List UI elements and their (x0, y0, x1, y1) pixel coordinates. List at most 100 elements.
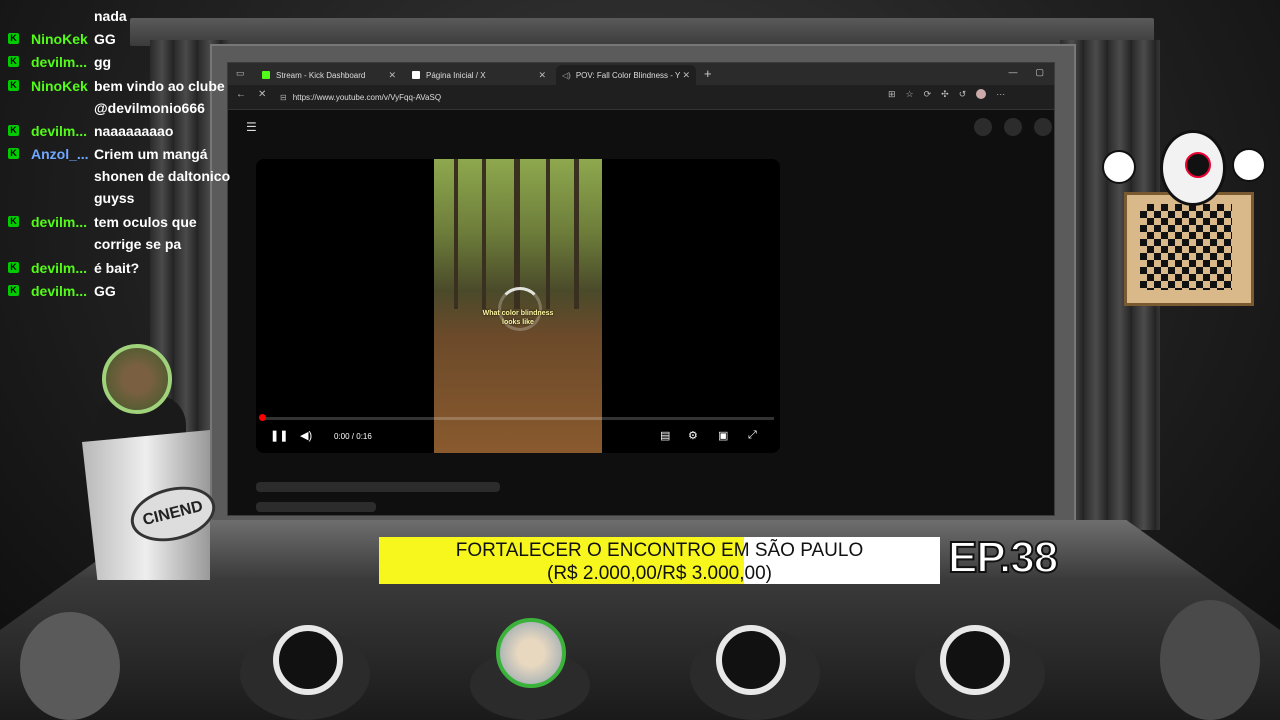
tab-kick-dashboard[interactable]: Stream - Kick Dashboard ✕ (256, 65, 402, 85)
time-display: 0:00 / 0:16 (334, 432, 372, 441)
qr-code (1140, 204, 1232, 290)
mascot-right-hand (1232, 148, 1266, 182)
mascot-left-hand (1102, 150, 1136, 184)
chat-text: naaaaaaaao (94, 123, 174, 139)
audience-member (20, 612, 120, 720)
tab-actions-icon[interactable]: ▭ (236, 68, 245, 79)
volume-icon[interactable]: ◀) (300, 429, 312, 442)
close-icon[interactable]: ✕ (388, 70, 396, 81)
url-field[interactable]: ⊟ https://www.youtube.com/v/VyFqq-AVaSQ (280, 89, 880, 105)
player-controls: ❚❚ ◀) 0:00 / 0:16 ▤ ⚙ ▣ ⤢ (256, 427, 780, 449)
more-menu-icon[interactable]: ··· (996, 89, 1005, 100)
audience-slot-ring (273, 625, 343, 695)
favorite-star-icon[interactable]: ☆ (906, 89, 914, 100)
channel-skeleton (256, 502, 376, 512)
kick-badge-icon: K (8, 262, 19, 273)
tab-x-home[interactable]: Página Inicial / X ✕ (406, 65, 552, 85)
tab-label: Stream - Kick Dashboard (276, 70, 366, 80)
pause-icon[interactable]: ❚❚ (270, 429, 288, 442)
site-info-icon[interactable]: ⊟ (280, 93, 287, 102)
progress-bar[interactable] (262, 417, 774, 420)
chat-overlay: nada K NinoKek GG K devilm... gg K NinoK… (0, 0, 230, 310)
address-bar: ← ✕ ⊟ https://www.youtube.com/v/VyFqq-AV… (228, 85, 1054, 110)
stage-valance (130, 18, 1154, 46)
close-icon[interactable]: ✕ (538, 70, 546, 81)
browser-window: ▭ Stream - Kick Dashboard ✕ Página Inici… (227, 62, 1055, 516)
tree-trunk (482, 159, 486, 309)
puzzle-icon[interactable]: ✣ (941, 89, 949, 100)
kick-badge-icon: K (8, 285, 19, 296)
tab-label: Página Inicial / X (426, 70, 486, 80)
chat-username: Anzol_... (31, 146, 89, 162)
chat-text: bem vindo ao clube @devilmonio666 (94, 78, 225, 116)
tab-bar: ▭ Stream - Kick Dashboard ✕ Página Inici… (228, 63, 1054, 85)
fullscreen-icon[interactable]: ⤢ (748, 429, 757, 442)
audience-avatar (496, 618, 566, 688)
tab-youtube-video[interactable]: ◁) POV: Fall Color Blindness - Y ✕ (556, 65, 696, 85)
minimize-button[interactable]: — (1008, 67, 1017, 78)
chat-text: Criem um mangá shonen de daltonico guyss (94, 146, 231, 206)
caption-line: looks like (502, 319, 534, 326)
chat-username: NinoKek (31, 31, 88, 47)
caption-line: What color blindness (482, 310, 554, 317)
chat-text: GG (94, 31, 116, 47)
miniplayer-icon[interactable]: ▣ (718, 429, 728, 442)
placeholder-icon (974, 118, 992, 136)
new-tab-button[interactable]: + (704, 66, 712, 81)
youtube-page: ☰ What color blindness looks like ❚❚ ◀) … (228, 110, 1054, 515)
tree-trunk (454, 159, 458, 309)
chat-text: gg (94, 54, 112, 70)
audience-slot-ring (716, 625, 786, 695)
placeholder-icon (1034, 118, 1052, 136)
video-caption: What color blindness looks like (434, 309, 602, 327)
history-icon[interactable]: ↺ (959, 89, 967, 100)
chat-username: NinoKek (31, 78, 88, 94)
mascot-eye (1185, 152, 1211, 178)
restore-button[interactable]: ▢ (1035, 67, 1044, 78)
chat-text: tem oculos que corrige se pa (94, 214, 197, 252)
title-skeleton (256, 482, 500, 492)
audience-slot-ring (940, 625, 1010, 695)
goal-title: FORTALECER O ENCONTRO EM SÃO PAULO (455, 540, 864, 561)
stop-loading-icon[interactable]: ✕ (258, 89, 266, 100)
url-text: https://www.youtube.com/v/VyFqq-AVaSQ (292, 92, 442, 102)
settings-gear-icon[interactable]: ⚙ (688, 429, 698, 442)
host-avatar (102, 344, 172, 414)
video-player[interactable]: What color blindness looks like ❚❚ ◀) 0:… (256, 159, 780, 453)
speaker-icon: ◁) (562, 70, 571, 80)
progress-scrubber[interactable] (259, 414, 266, 421)
kick-badge-icon: K (8, 125, 19, 136)
x-favicon-icon (412, 71, 420, 79)
browser-toolbar: ⊞ ☆ ⟳ ✣ ↺ ··· (888, 89, 1005, 100)
profile-avatar[interactable] (976, 89, 987, 99)
kick-favicon-icon (262, 71, 270, 79)
audience-member (1160, 600, 1260, 720)
subtitles-icon[interactable]: ▤ (660, 429, 670, 442)
hamburger-menu-icon[interactable]: ☰ (246, 120, 257, 134)
kick-badge-icon: K (8, 56, 19, 67)
chat-username: devilm... (31, 214, 88, 230)
window-controls: — ▢ (1008, 67, 1044, 78)
chat-text: é bait? (94, 260, 140, 276)
kick-badge-icon: K (8, 33, 19, 44)
tab-label: POV: Fall Color Blindness - Y (575, 70, 681, 80)
episode-label: EP.38 (947, 532, 1059, 583)
app-available-icon[interactable]: ⊞ (888, 89, 896, 100)
chat-username: devilm... (31, 283, 88, 299)
chat-text: nada (94, 8, 127, 24)
video-frame[interactable]: What color blindness looks like (434, 159, 602, 453)
kick-badge-icon: K (8, 148, 19, 159)
chat-text: GG (94, 283, 116, 299)
back-icon[interactable]: ← (236, 89, 246, 100)
kick-badge-icon: K (8, 80, 19, 91)
chat-username: devilm... (31, 54, 88, 70)
tree-trunk (546, 159, 550, 309)
goal-amount: (R$ 2.000,00/R$ 3.000,00) (547, 563, 772, 584)
chat-username: devilm... (31, 123, 88, 139)
placeholder-icon (1004, 118, 1022, 136)
extensions-icon[interactable]: ⟳ (924, 89, 932, 100)
tree-trunk (574, 159, 579, 309)
close-icon[interactable]: ✕ (682, 70, 690, 81)
kick-badge-icon: K (8, 216, 19, 227)
chat-username: devilm... (31, 260, 88, 276)
